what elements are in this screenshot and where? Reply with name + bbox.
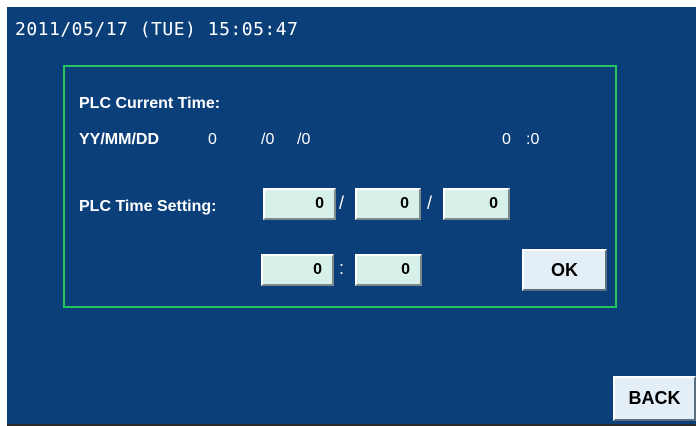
time-setting-label: PLC Time Setting:: [79, 198, 217, 215]
current-year: 0: [208, 131, 217, 148]
time-setting-panel: PLC Current Time: YY/MM/DD 0 /0 /0 0 :0 …: [63, 65, 617, 308]
date-separator: /: [427, 193, 433, 213]
set-day-field[interactable]: 0: [443, 188, 510, 220]
date-format-label: YY/MM/DD: [79, 131, 159, 148]
current-month: /0: [261, 131, 275, 148]
back-button[interactable]: BACK: [613, 376, 696, 421]
datetime-display: 2011/05/17 (TUE) 15:05:47: [15, 19, 299, 40]
ok-button[interactable]: OK: [522, 249, 607, 291]
date-separator: /: [339, 193, 345, 213]
set-month-field[interactable]: 0: [355, 188, 421, 220]
current-hour: 0: [502, 131, 511, 148]
hmi-screen: 2011/05/17 (TUE) 15:05:47 PLC Current Ti…: [7, 7, 696, 426]
set-hour-field[interactable]: 0: [261, 254, 334, 286]
set-minute-field[interactable]: 0: [355, 254, 422, 286]
time-separator: :: [339, 258, 345, 278]
set-year-field[interactable]: 0: [263, 188, 336, 220]
current-minute: :0: [526, 131, 540, 148]
current-time-label: PLC Current Time:: [79, 95, 221, 112]
current-day: /0: [297, 131, 311, 148]
